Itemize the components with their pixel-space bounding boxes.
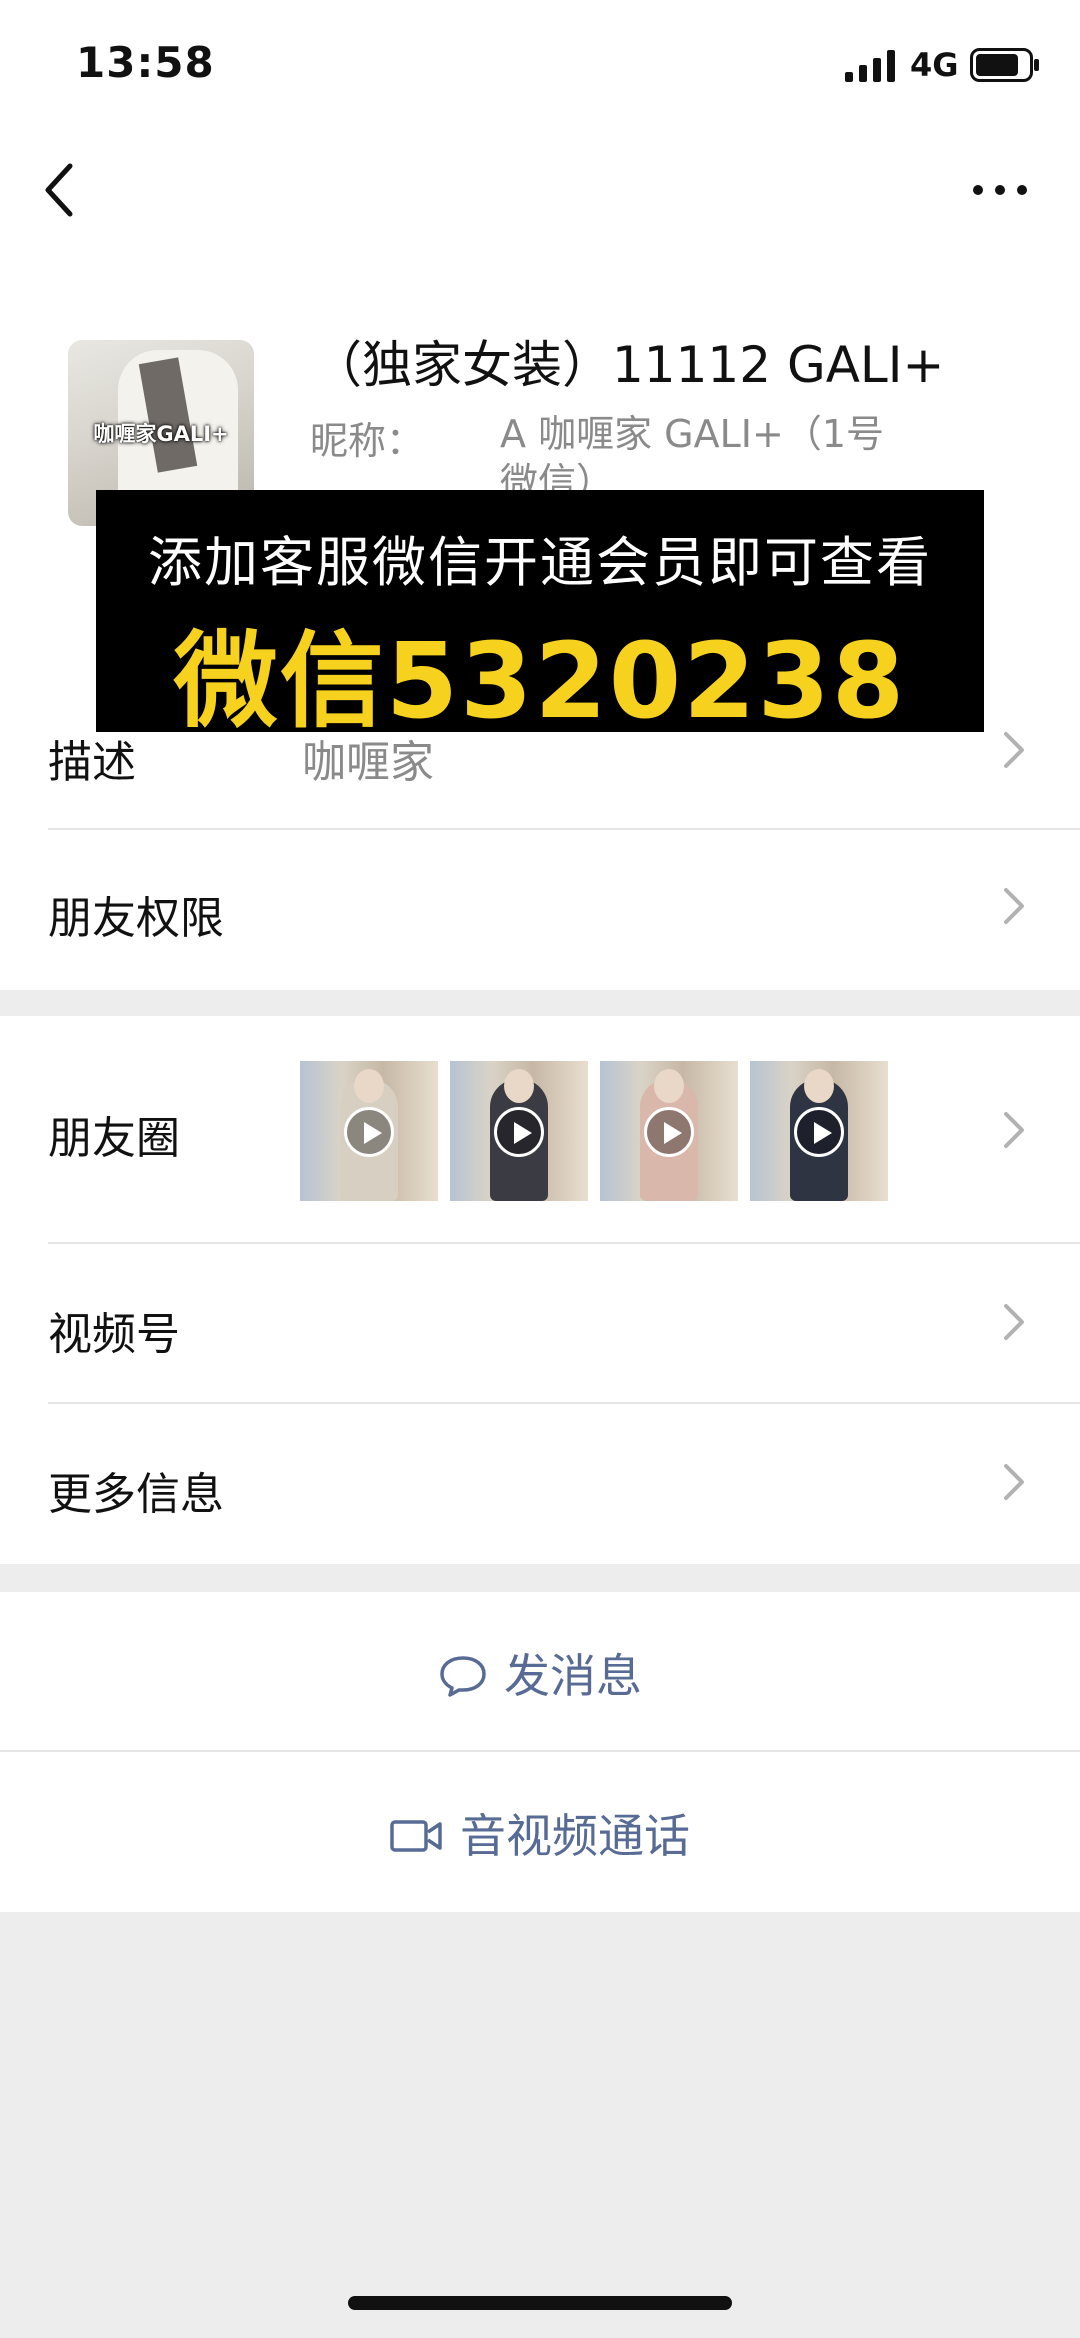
- status-time: 13:58: [76, 38, 215, 87]
- more-info-label: 更多信息: [48, 1469, 224, 1520]
- status-bar: 13:58 4G: [0, 0, 1080, 130]
- channels-label: 视频号: [48, 1309, 180, 1360]
- network-type: 4G: [910, 46, 959, 84]
- more-info-row[interactable]: 更多信息: [0, 1404, 1080, 1564]
- video-call-label: 音视频通话: [460, 1808, 690, 1863]
- chevron-right-icon: [1004, 1304, 1024, 1340]
- avatar-brand-text: 咖喱家GALI+: [93, 422, 229, 446]
- nickname-label: 昵称：: [310, 419, 425, 463]
- chevron-right-icon: [1004, 1112, 1024, 1148]
- send-message-label: 发消息: [504, 1648, 642, 1703]
- promo-banner-overlay: 添加客服微信开通会员即可查看 微信5320238: [96, 490, 984, 742]
- chevron-right-icon: [1004, 888, 1024, 924]
- moments-thumbnail[interactable]: [750, 1061, 888, 1201]
- channels-row[interactable]: 视频号: [0, 1244, 1080, 1404]
- play-icon: [494, 1107, 544, 1157]
- banner-text-line1: 添加客服微信开通会员即可查看: [148, 531, 932, 594]
- friend-permissions-row[interactable]: 朋友权限: [0, 830, 1080, 990]
- play-icon: [344, 1107, 394, 1157]
- social-section: 朋友圈 视频号 更多信息: [0, 1016, 1080, 1564]
- actions-section: 发消息 音视频通话: [0, 1592, 1080, 1912]
- battery-icon: [970, 48, 1039, 82]
- moments-row[interactable]: 朋友圈: [0, 1016, 1080, 1244]
- play-icon: [644, 1107, 694, 1157]
- video-camera-icon: [390, 1819, 442, 1852]
- home-indicator[interactable]: [348, 2296, 732, 2310]
- contact-profile-page: 13:58 4G 咖喱家GALI+ （独家女装）11112 GALI+ 昵称： …: [0, 0, 1080, 2338]
- chat-bubble-icon: [440, 1655, 486, 1697]
- moments-thumbnail[interactable]: [450, 1061, 588, 1201]
- signal-icon: [845, 50, 895, 82]
- more-options-icon[interactable]: [970, 170, 1030, 210]
- moments-thumbnail[interactable]: [300, 1061, 438, 1201]
- friend-permissions-label: 朋友权限: [48, 893, 224, 944]
- moments-label: 朋友圈: [48, 1113, 180, 1164]
- chevron-right-icon: [1004, 732, 1024, 768]
- send-message-button[interactable]: 发消息: [0, 1592, 1080, 1752]
- play-icon: [794, 1107, 844, 1157]
- banner-text-line2: 微信5320238: [173, 620, 907, 742]
- video-call-button[interactable]: 音视频通话: [0, 1752, 1080, 1912]
- back-icon[interactable]: [40, 160, 80, 220]
- nav-bar: [0, 130, 1080, 250]
- chevron-right-icon: [1004, 1464, 1024, 1500]
- moments-thumbnail[interactable]: [600, 1061, 738, 1201]
- contact-name: （独家女装）11112 GALI+: [312, 336, 945, 394]
